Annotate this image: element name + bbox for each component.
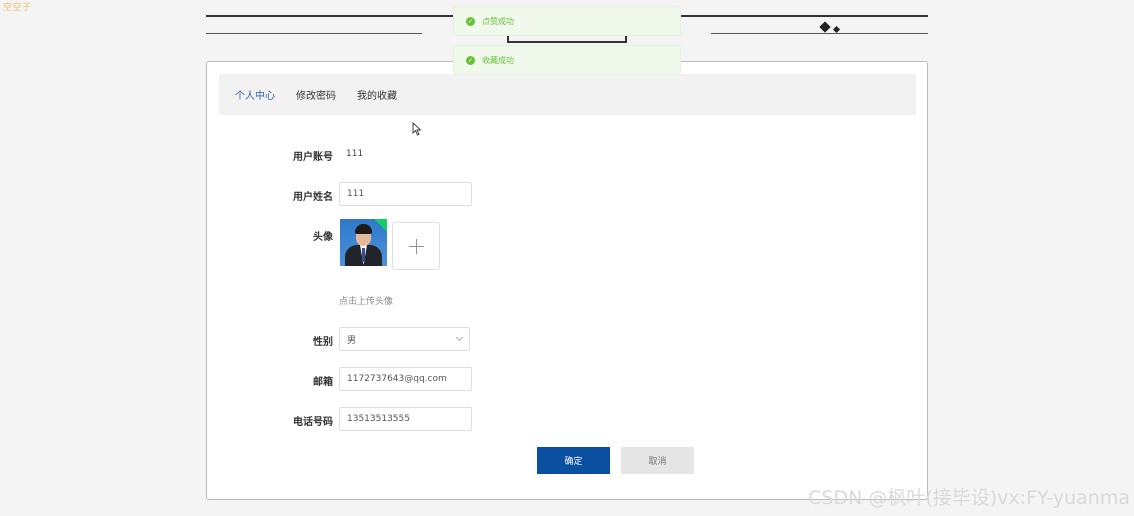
profile-card: 个人中心 修改密码 我的收藏 用户账号 111 用户姓名 111 头像 点击上传…: [206, 61, 928, 500]
avatar-image: [340, 219, 387, 266]
success-check-icon: ✓: [466, 16, 475, 26]
toast-like-success: ✓ 点赞成功: [453, 6, 681, 36]
mouse-cursor-icon: [412, 122, 422, 136]
avatar-label: 头像: [313, 232, 333, 243]
tab-personal-center[interactable]: 个人中心: [235, 87, 275, 102]
email-label: 邮箱: [313, 377, 333, 388]
diamond-icon: [819, 21, 831, 33]
header-subline-right: [711, 33, 928, 34]
header-line-left: [206, 15, 453, 17]
avatar-upload-hint[interactable]: 点击上传头像: [339, 294, 393, 307]
corner-text: 空空子: [3, 3, 32, 13]
email-input[interactable]: 1172737643@qq.com: [339, 367, 472, 391]
tab-bar: 个人中心 修改密码 我的收藏: [219, 74, 916, 115]
account-value: 111: [346, 149, 364, 159]
uploaded-check-icon: [374, 219, 387, 232]
header-subline-left: [206, 33, 422, 34]
diamond-small-icon: [832, 25, 841, 34]
success-check-icon: ✓: [466, 55, 475, 65]
cancel-button[interactable]: 取消: [621, 447, 694, 474]
gender-select-value: 男: [347, 335, 357, 346]
confirm-button[interactable]: 确定: [537, 447, 610, 474]
chevron-down-icon: [455, 333, 464, 342]
name-label: 用户姓名: [293, 192, 333, 203]
email-input-value: 1172737643@qq.com: [347, 374, 447, 384]
phone-input[interactable]: 13513513555: [339, 407, 472, 431]
tab-change-password[interactable]: 修改密码: [296, 87, 336, 102]
header-line-right: [681, 15, 928, 17]
phone-input-value: 13513513555: [347, 414, 410, 424]
toast-favorite-success: ✓ 收藏成功: [453, 45, 681, 75]
csdn-watermark: CSDN @枫叶(接毕设)vx:FY-yuanma: [808, 487, 1130, 509]
gender-label: 性别: [313, 337, 333, 348]
avatar-upload-button[interactable]: [392, 222, 440, 270]
toast-message: 点赞成功: [482, 16, 514, 26]
name-input[interactable]: 111: [339, 182, 472, 206]
name-input-value: 111: [347, 189, 365, 199]
phone-label: 电话号码: [293, 417, 333, 428]
account-label: 用户账号: [293, 152, 333, 163]
gender-select[interactable]: 男: [339, 327, 470, 351]
toast-message: 收藏成功: [482, 55, 514, 65]
tab-my-favorites[interactable]: 我的收藏: [357, 87, 397, 102]
